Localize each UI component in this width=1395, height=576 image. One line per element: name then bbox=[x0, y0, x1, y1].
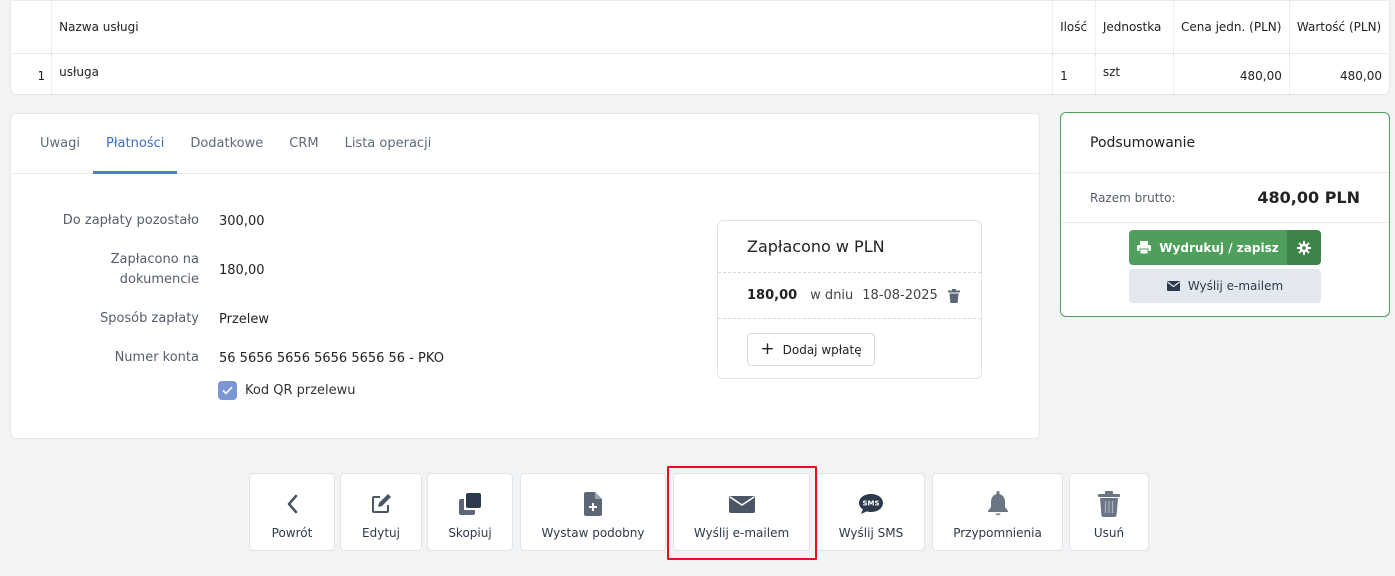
bell-icon bbox=[987, 490, 1009, 518]
back-button[interactable]: Powrót bbox=[249, 473, 335, 551]
edit-button[interactable]: Edytuj bbox=[340, 473, 422, 551]
envelope-icon bbox=[728, 490, 755, 518]
delete-payment-icon[interactable] bbox=[947, 288, 960, 303]
summary-title: Podsumowanie bbox=[1061, 113, 1389, 173]
send-sms-button[interactable]: SMS Wyślij SMS bbox=[817, 473, 925, 551]
cell-lp: 1 bbox=[37, 69, 46, 83]
cell-value: 480,00 bbox=[1288, 53, 1389, 94]
col-header-value: Wartość (PLN) bbox=[1288, 0, 1389, 54]
items-table-header: Nazwa usługi Ilość Jednostka Cena jedn. … bbox=[11, 0, 1389, 54]
back-label: Powrót bbox=[271, 526, 313, 540]
printer-icon bbox=[1137, 241, 1152, 254]
svg-text:SMS: SMS bbox=[862, 500, 879, 508]
payment-entry: 180,00 w dniu 18-08-2025 bbox=[718, 273, 981, 319]
delete-button[interactable]: Usuń bbox=[1069, 473, 1149, 551]
file-plus-icon bbox=[584, 490, 602, 518]
cell-unit-price: 480,00 bbox=[1173, 53, 1290, 94]
paid-label: Zapłacono na dokumencie bbox=[110, 252, 199, 287]
total-row: Razem brutto: 480,00 PLN bbox=[1061, 173, 1389, 223]
qr-checkbox-label: Kod QR przelewu bbox=[245, 383, 356, 398]
summary-email-label: Wyślij e-mailem bbox=[1187, 279, 1284, 293]
table-row[interactable]: 1 usługa 1 szt 480,00 480,00 bbox=[11, 53, 1389, 94]
gear-icon bbox=[1297, 240, 1311, 255]
tab-crm[interactable]: CRM bbox=[276, 114, 331, 173]
add-payment-label: Dodaj wpłatę bbox=[782, 342, 862, 357]
items-table: Nazwa usługi Ilość Jednostka Cena jedn. … bbox=[11, 0, 1389, 94]
method-row: Sposób zapłaty Przelew bbox=[11, 309, 269, 329]
issue-similar-button[interactable]: Wystaw podobny bbox=[520, 473, 666, 551]
send-sms-label: Wyślij SMS bbox=[838, 526, 904, 540]
col-header-lp bbox=[11, 1, 52, 54]
items-table-card: Nazwa usługi Ilość Jednostka Cena jedn. … bbox=[10, 0, 1390, 95]
delete-label: Usuń bbox=[1093, 526, 1125, 540]
remaining-value: 300,00 bbox=[219, 213, 265, 229]
check-icon bbox=[222, 386, 233, 395]
reminders-button[interactable]: Przypomnienia bbox=[932, 473, 1063, 551]
remaining-label: Do zapłaty pozostało bbox=[62, 213, 199, 228]
reminders-label: Przypomnienia bbox=[953, 526, 1042, 540]
print-button-group: Wydrukuj / zapisz bbox=[1129, 230, 1321, 265]
col-header-qty: Ilość bbox=[1052, 0, 1096, 54]
account-label: Numer konta bbox=[114, 350, 199, 365]
total-value: 480,00 PLN bbox=[1257, 188, 1360, 207]
chevron-left-icon bbox=[286, 490, 298, 518]
col-header-unit-price: Cena jedn. (PLN) bbox=[1173, 0, 1290, 54]
paid-box-title: Zapłacono w PLN bbox=[718, 221, 981, 273]
account-row: Numer konta 56 5656 5656 5656 5656 56 - … bbox=[11, 348, 444, 368]
issue-similar-label: Wystaw podobny bbox=[541, 526, 645, 540]
add-payment-button[interactable]: + Dodaj wpłatę bbox=[747, 333, 875, 366]
edit-label: Edytuj bbox=[362, 526, 400, 540]
tab-dodatkowe[interactable]: Dodatkowe bbox=[177, 114, 276, 173]
total-label: Razem brutto: bbox=[1090, 190, 1176, 205]
paid-row: Zapłacono na dokumencie 180,00 bbox=[11, 250, 265, 290]
print-save-button[interactable]: Wydrukuj / zapisz bbox=[1129, 230, 1287, 265]
account-value: 56 5656 5656 5656 5656 56 - PKO bbox=[219, 350, 444, 366]
qr-checkbox[interactable] bbox=[218, 381, 237, 400]
payment-date-label: w dniu bbox=[810, 288, 854, 303]
cell-qty: 1 bbox=[1052, 53, 1096, 94]
copy-button[interactable]: Skopiuj bbox=[427, 473, 513, 551]
qr-checkbox-row[interactable]: Kod QR przelewu bbox=[218, 381, 356, 400]
print-settings-button[interactable] bbox=[1287, 230, 1321, 265]
method-label: Sposób zapłaty bbox=[99, 311, 199, 326]
edit-icon bbox=[369, 490, 393, 518]
trash-icon bbox=[1098, 490, 1120, 518]
summary-card: Podsumowanie Razem brutto: 480,00 PLN Wy… bbox=[1060, 112, 1390, 317]
send-email-button[interactable]: Wyślij e-mailem bbox=[673, 473, 810, 551]
paid-value: 180,00 bbox=[219, 262, 265, 278]
tab-lista-operacji[interactable]: Lista operacji bbox=[332, 114, 445, 173]
cell-name: usługa bbox=[51, 53, 1053, 94]
cell-unit: szt bbox=[1094, 53, 1174, 94]
payment-amount: 180,00 bbox=[747, 288, 798, 303]
remaining-row: Do zapłaty pozostało 300,00 bbox=[11, 211, 265, 231]
tab-uwagi[interactable]: Uwagi bbox=[27, 114, 93, 173]
copy-label: Skopiuj bbox=[448, 526, 492, 540]
send-email-label: Wyślij e-mailem bbox=[693, 526, 790, 540]
tabs-bar: Uwagi Płatności Dodatkowe CRM Lista oper… bbox=[11, 114, 1039, 174]
method-value: Przelew bbox=[219, 311, 270, 327]
col-header-unit: Jednostka bbox=[1094, 0, 1174, 54]
col-header-name: Nazwa usługi bbox=[51, 0, 1053, 54]
paid-box: Zapłacono w PLN 180,00 w dniu 18-08-2025… bbox=[717, 220, 982, 379]
plus-icon: + bbox=[760, 339, 775, 359]
envelope-icon bbox=[1166, 281, 1180, 291]
print-save-label: Wydrukuj / zapisz bbox=[1159, 240, 1279, 255]
sms-icon: SMS bbox=[858, 490, 884, 518]
payment-date: 18-08-2025 bbox=[862, 288, 938, 303]
details-tabs-panel: Uwagi Płatności Dodatkowe CRM Lista oper… bbox=[10, 113, 1040, 439]
copy-icon bbox=[457, 490, 483, 518]
tab-platnosci[interactable]: Płatności bbox=[92, 114, 178, 174]
summary-email-button[interactable]: Wyślij e-mailem bbox=[1129, 269, 1321, 303]
